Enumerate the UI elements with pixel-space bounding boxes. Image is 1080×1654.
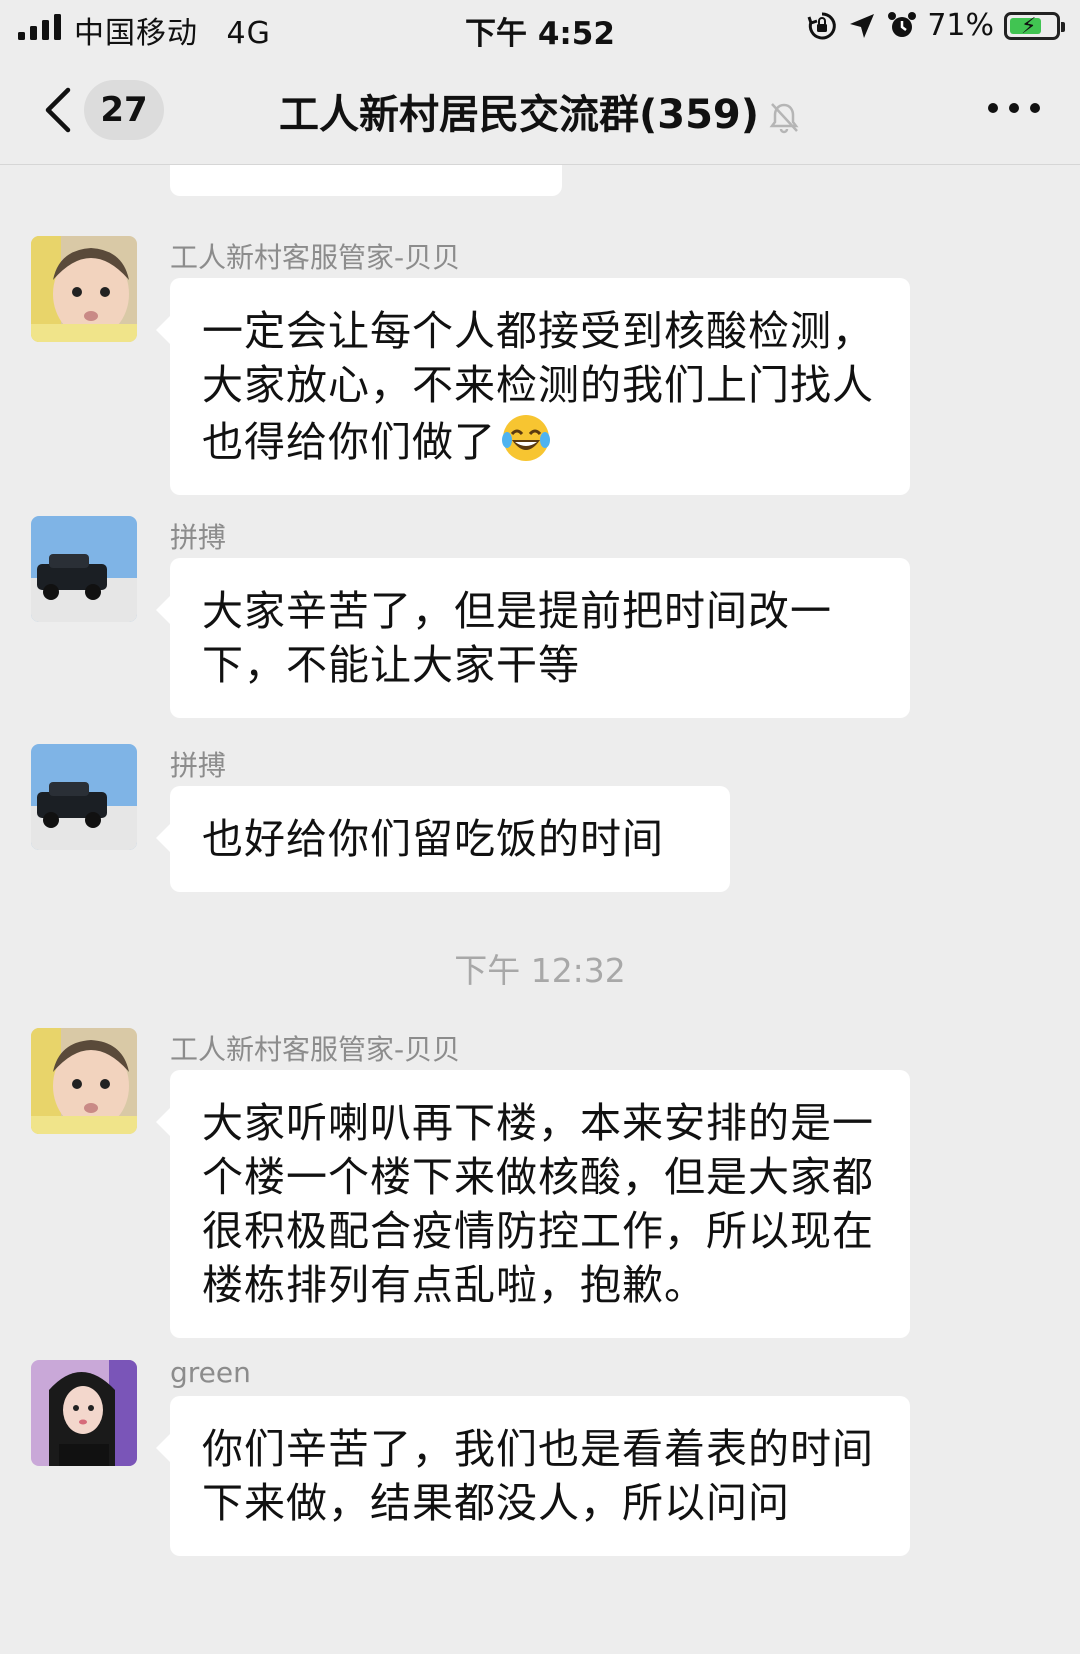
alarm-icon	[888, 11, 917, 37]
baby-avatar-icon	[31, 236, 137, 342]
avatar[interactable]	[31, 1028, 137, 1134]
timestamp-divider: 下午 12:32	[454, 951, 626, 990]
message-bubble[interactable]: 你们辛苦了，我们也是看着表的时间下来做，结果都没人，所以问问	[156, 1396, 910, 1556]
chat-title: 工人新村居民交流群(359)	[278, 92, 760, 138]
avatar[interactable]	[31, 1360, 137, 1466]
chat-header: 27 工人新村居民交流群(359)	[0, 56, 1080, 165]
girl-avatar-icon	[31, 1360, 137, 1466]
avatar[interactable]	[31, 744, 137, 850]
sender-name: 工人新村客服管家-贝贝	[170, 1033, 461, 1066]
message-list[interactable]: 工人新村客服管家-贝贝 一定会让每个人都接受到核酸检测，大家放心，不来检测的我们…	[0, 154, 1080, 1654]
status-right-group: 71% ⚡	[807, 8, 1065, 43]
car-avatar-icon	[31, 744, 137, 850]
battery-icon: ⚡	[1004, 11, 1065, 40]
dot-icon	[988, 103, 998, 113]
message-text: 大家听喇叭再下楼，本来安排的是一个楼一个楼下来做核酸，但是大家都很积极配合疫情防…	[202, 1099, 874, 1309]
message-text: 大家辛苦了，但是提前把时间改一下，不能让大家干等	[202, 587, 832, 689]
sender-name: 工人新村客服管家-贝贝	[170, 241, 461, 274]
avatar[interactable]	[31, 516, 137, 622]
sender-name: 拼搏	[170, 521, 227, 554]
charging-bolt-icon: ⚡	[1021, 13, 1037, 39]
message-bubble[interactable]: 大家听喇叭再下楼，本来安排的是一个楼一个楼下来做核酸，但是大家都很积极配合疫情防…	[156, 1070, 910, 1338]
dot-icon	[1009, 103, 1019, 113]
battery-percent: 71%	[927, 8, 994, 43]
message-bubble[interactable]: 大家辛苦了，但是提前把时间改一下，不能让大家干等	[156, 558, 910, 718]
message-bubble[interactable]: 也好给你们留吃饭的时间	[156, 786, 730, 892]
car-avatar-icon	[31, 516, 137, 622]
orientation-lock-icon	[807, 11, 837, 39]
mute-bell-icon	[769, 103, 799, 134]
dot-icon	[1030, 103, 1040, 113]
sender-name: green	[170, 1356, 251, 1389]
status-bar: 中国移动 4G 下午 4:52 71% ⚡	[0, 0, 1080, 56]
tears-of-joy-emoji-icon	[502, 415, 550, 461]
message-text: 你们辛苦了，我们也是看着表的时间下来做，结果都没人，所以问问	[202, 1425, 874, 1527]
message-bubble[interactable]: 一定会让每个人都接受到核酸检测，大家放心，不来检测的我们上门找人也得给你们做了	[156, 278, 910, 495]
sender-name: 拼搏	[170, 749, 227, 782]
more-options-button[interactable]	[988, 96, 1040, 120]
message-text: 也好给你们留吃饭的时间	[202, 815, 664, 863]
avatar[interactable]	[31, 236, 137, 342]
chat-title-wrap: 工人新村居民交流群(359)	[0, 82, 1080, 140]
location-arrow-icon	[850, 13, 875, 38]
baby-avatar-icon	[31, 1028, 137, 1134]
